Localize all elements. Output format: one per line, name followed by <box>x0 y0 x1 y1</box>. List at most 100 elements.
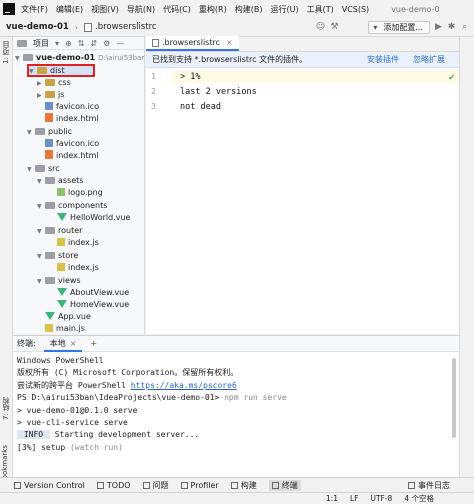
tree-item-helloworld[interactable]: HelloWorld.vue <box>57 212 130 224</box>
tab-browserslistrc[interactable]: .browserslistrc × <box>146 36 239 51</box>
chevron-down-icon[interactable]: ▼ <box>37 226 45 238</box>
tree-item-label: HomeView.vue <box>70 300 130 309</box>
tree-item-aboutview[interactable]: AboutView.vue <box>57 287 129 299</box>
tree-item-favicon-public[interactable]: favicon.ico <box>45 138 99 150</box>
tree-item-components[interactable]: ▼ components <box>37 200 107 212</box>
tab-local[interactable]: 本地 × <box>43 336 83 352</box>
terminal-panel: 终端: 本地 × + Windows PowerShell 版权所有 (C) Mic… <box>13 335 459 477</box>
tree-item-src[interactable]: ▼ src <box>27 163 60 175</box>
profiler-button[interactable]: Profiler <box>180 481 219 490</box>
tree-item-assets[interactable]: ▼ assets <box>37 175 83 187</box>
debug-icon[interactable]: ✱ <box>446 22 457 33</box>
tree-item-router[interactable]: ▼ router <box>37 225 82 237</box>
code-line[interactable]: > 1% <box>180 72 200 82</box>
tree-root[interactable]: ▼ vue-demo-01 D:\airui53ban\ <box>15 52 144 65</box>
hammer-icon[interactable]: ⚒ <box>329 22 340 33</box>
problems-button[interactable]: 问题 <box>142 480 169 491</box>
tree-item-views[interactable]: ▼ views <box>37 275 81 287</box>
new-terminal-button[interactable]: + <box>90 339 97 348</box>
chevron-down-icon[interactable]: ▼ <box>27 164 35 176</box>
tree-item-store[interactable]: ▼ store <box>37 250 78 262</box>
folder-icon <box>23 54 33 61</box>
menu-tools[interactable]: 工具(T) <box>307 4 334 15</box>
menu-vcs[interactable]: VCS(S) <box>342 5 369 14</box>
tree-item-css[interactable]: ▶ css <box>37 77 71 89</box>
terminal-command: npm run serve <box>224 393 287 403</box>
search-icon[interactable]: ⌕ <box>459 22 470 33</box>
project-tool-button[interactable]: 1: 项目 <box>1 41 11 64</box>
tree-item-logo[interactable]: logo.png <box>57 187 103 199</box>
chevron-down-icon[interactable]: ▼ <box>37 176 45 188</box>
line-separator[interactable]: LF <box>350 494 359 503</box>
tree-item-index-dist[interactable]: index.html <box>45 113 99 125</box>
event-log-button[interactable]: 事件日志 <box>408 480 450 491</box>
button-label: 终端 <box>281 480 298 490</box>
menu-refactor[interactable]: 重构(R) <box>199 4 227 15</box>
project-view-title[interactable]: 项目 <box>33 38 49 49</box>
chevron-down-icon[interactable]: ▼ <box>29 67 37 77</box>
tree-item-label: HelloWorld.vue <box>70 213 131 222</box>
structure-tool-button[interactable]: 7: 结构 <box>1 397 11 420</box>
chevron-down-icon[interactable]: ▼ <box>27 127 35 139</box>
locate-icon[interactable]: ⊕ <box>65 39 72 48</box>
app-logo-icon <box>3 3 15 15</box>
menu-code[interactable]: 代码(C) <box>163 4 191 15</box>
user-icon[interactable]: ☺ <box>315 22 326 33</box>
menu-build[interactable]: 构建(B) <box>235 4 263 15</box>
terminal-tab-bar: 终端: 本地 × + <box>13 336 459 352</box>
terminal-button[interactable]: 终端 <box>268 479 301 491</box>
close-icon[interactable]: × <box>70 339 77 348</box>
chevron-right-icon[interactable]: ▶ <box>37 90 45 102</box>
code-line[interactable]: last 2 versions <box>180 87 257 97</box>
collapse-icon[interactable]: ⇵ <box>90 39 97 48</box>
cursor-position[interactable]: 1:1 <box>326 494 338 503</box>
file-encoding[interactable]: UTF-8 <box>370 494 392 503</box>
tree-item-favicon-dist[interactable]: favicon.ico <box>45 101 99 113</box>
dropdown-icon[interactable]: ▾ <box>55 39 59 48</box>
chevron-down-icon[interactable]: ▼ <box>15 53 23 65</box>
install-plugin-link[interactable]: 安装插件 <box>367 54 399 65</box>
tree-item-public[interactable]: ▼ public <box>27 126 72 138</box>
tree-item-mainjs[interactable]: main.js <box>45 323 85 334</box>
breadcrumb-file[interactable]: .browserslistrc <box>95 22 157 32</box>
tree-item-dist[interactable]: ▼ dist <box>27 64 95 77</box>
terminal-link[interactable]: https://aka.ms/pscore6 <box>131 381 237 390</box>
gear-icon[interactable]: ⚙ <box>103 39 110 48</box>
js-file-icon <box>57 263 65 271</box>
tree-item-router-index[interactable]: index.js <box>57 237 99 249</box>
breadcrumb-project[interactable]: vue-demo-01 <box>6 22 69 32</box>
tree-item-index-public[interactable]: index.html <box>45 150 99 162</box>
tree-item-store-index[interactable]: index.js <box>57 262 99 274</box>
minimize-icon[interactable]: — <box>116 39 124 48</box>
todo-button[interactable]: TODO <box>96 481 131 490</box>
menu-file[interactable]: 文件(F) <box>21 4 48 15</box>
add-configuration-button[interactable]: 添加配置... <box>368 21 430 34</box>
close-icon[interactable]: × <box>226 38 233 47</box>
current-line-highlight <box>172 70 459 83</box>
tree-item-homeview[interactable]: HomeView.vue <box>57 299 129 311</box>
tree-item-label: logo.png <box>68 188 103 197</box>
menu-edit[interactable]: 编辑(E) <box>56 4 83 15</box>
build-button[interactable]: 构建 <box>230 480 257 491</box>
folder-icon <box>45 91 55 98</box>
ignore-extension-link[interactable]: 忽略扩展 <box>413 54 445 65</box>
version-control-button[interactable]: Version Control <box>14 481 85 490</box>
run-icon[interactable]: ▶ <box>433 22 444 33</box>
chevron-down-icon[interactable]: ▼ <box>37 251 45 263</box>
tree-item-appvue[interactable]: App.vue <box>45 311 91 323</box>
terminal-output[interactable]: Windows PowerShell 版权所有 (C) Microsoft Cor… <box>17 355 445 454</box>
expand-icon[interactable]: ⇅ <box>78 39 85 48</box>
line-number: 3 <box>151 102 156 111</box>
tree-item-js[interactable]: ▶ js <box>37 89 64 101</box>
menu-navigate[interactable]: 导航(N) <box>127 4 155 15</box>
terminal-scrollbar[interactable] <box>452 358 456 438</box>
html-file-icon <box>45 150 53 159</box>
code-line[interactable]: not dead <box>180 102 221 112</box>
status-bar: 1:1 LF UTF-8 4 个空格 <box>0 492 474 504</box>
indent-setting[interactable]: 4 个空格 <box>404 493 434 504</box>
menu-view[interactable]: 视图(V) <box>91 4 119 15</box>
menu-run[interactable]: 运行(U) <box>270 4 298 15</box>
tree-item-label: assets <box>58 176 84 185</box>
chevron-down-icon[interactable]: ▼ <box>37 276 45 288</box>
chevron-down-icon[interactable]: ▼ <box>37 201 45 213</box>
